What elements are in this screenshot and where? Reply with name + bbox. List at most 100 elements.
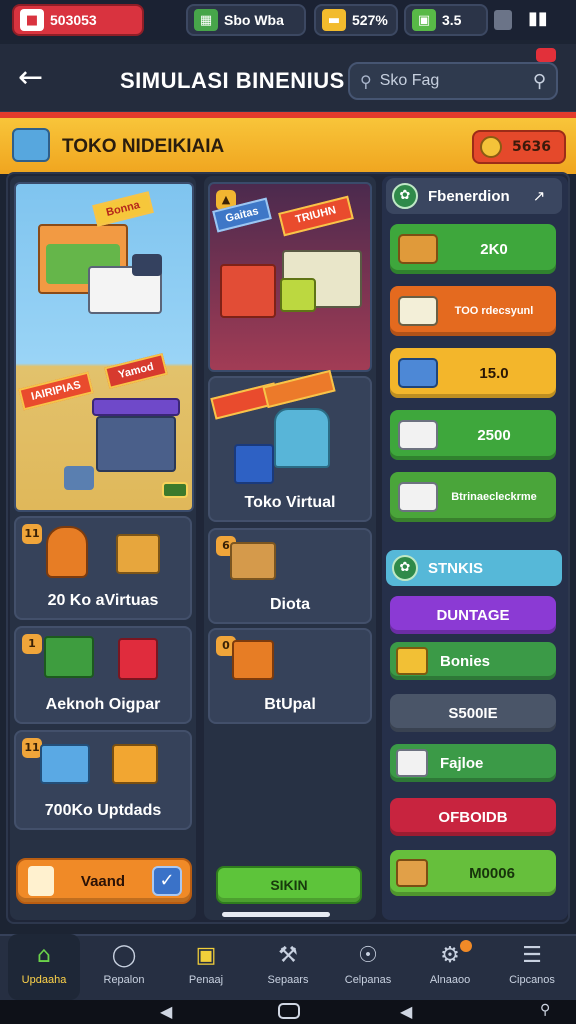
vaand-button[interactable]: Vaand ✓ [16, 858, 192, 904]
kiosk-dome [274, 408, 330, 468]
right-item-5[interactable]: Btrinaecleckrme [390, 472, 556, 522]
stat-m0006[interactable]: M0006 [390, 850, 556, 896]
stat-label: M0006 [469, 864, 515, 882]
nav-alnaaoo[interactable]: ⚙ Alnaaoo [414, 934, 486, 1000]
nav-repalon[interactable]: ◯ Repalon [88, 934, 160, 1000]
card-label: Toko Virtual [244, 494, 336, 511]
nav-label: Repalon [103, 974, 145, 986]
right-item-4[interactable]: 2500 [390, 410, 556, 460]
stat-fajloe[interactable]: Fajloe [390, 744, 556, 782]
resource-3[interactable]: ▣ 3.5 [404, 4, 488, 36]
truck-cab [132, 254, 162, 276]
coin-icon [480, 136, 502, 158]
search-input[interactable]: ⚲ Sko Fag ⚲ [348, 62, 558, 100]
nav-cipcanos[interactable]: ☰ Cipcanos [496, 934, 568, 1000]
nav-label: Alnaaoo [429, 974, 471, 986]
store-scene-image[interactable]: Bonna IAIRIPIAS Yamod [14, 182, 194, 512]
shop-truck-icon [12, 128, 50, 162]
resource-2[interactable]: ▬ 527% [314, 4, 398, 36]
stat-label: OFBOIDB [438, 808, 508, 826]
card-label: 700Ko Uptdads [44, 802, 162, 819]
stat-bonies[interactable]: Bonies [390, 642, 556, 680]
stat-label: Bonies [440, 652, 491, 670]
coin-value: 5636 [512, 139, 551, 155]
leaf-badge-icon: ✿ [392, 183, 418, 209]
van-icon [398, 234, 438, 264]
stats-header-label: STNKIS [428, 559, 484, 577]
store-sign: Bonna [92, 191, 154, 227]
home-pill-icon[interactable] [278, 1003, 300, 1019]
fence [64, 466, 94, 490]
recent-triangle-icon[interactable]: ◀ [400, 1002, 412, 1021]
gold-box-icon [396, 647, 428, 675]
level-tag: 1 [22, 634, 42, 654]
resource-1[interactable]: ▦ Sbo Wba [186, 4, 306, 36]
expand-arrow-icon[interactable]: ↗ [522, 182, 556, 210]
vaand-label: Vaand [80, 872, 126, 890]
accessibility-icon[interactable]: ⚲ [540, 1002, 550, 1018]
back-arrow-icon[interactable]: ← [18, 60, 58, 96]
right-item-1[interactable]: 2K0 [390, 224, 556, 274]
uptdads-card[interactable]: 11 700Ko Uptdads [14, 730, 192, 830]
btupal-card[interactable]: 0 BtUpal [208, 628, 372, 724]
cash-stack-icon: ▦ [194, 9, 218, 31]
diota-card[interactable]: 6 Diota [208, 528, 372, 624]
nav-updaaha[interactable]: ⌂ Updaaha [8, 934, 80, 1000]
kiosk-stall [96, 416, 176, 472]
truck-icon: ■ [20, 9, 44, 31]
barrel-icon [46, 526, 88, 578]
nav-celpanas[interactable]: ☉ Celpanas [332, 934, 404, 1000]
resource-3-label: 3.5 [442, 12, 462, 28]
right-item-2[interactable]: TOO rdecsyunl [390, 286, 556, 336]
green-truck-icon [44, 636, 94, 678]
nav-label: Sepaars [267, 974, 309, 986]
nav-penaaj[interactable]: ▣ Penaaj [170, 934, 242, 1000]
coin-counter[interactable]: 5636 [472, 130, 566, 164]
card-label: Diota [270, 596, 310, 613]
home-icon: ⌂ [37, 943, 51, 968]
cube-icon: ▣ [412, 9, 436, 31]
nav-sepaars[interactable]: ⚒ Sepaars [252, 934, 324, 1000]
level-tag: 11 [22, 524, 42, 544]
gauge-icon: ☉ [358, 943, 378, 968]
stat-label: Fajloe [440, 754, 484, 772]
stat-ofboidb[interactable]: OFBOIDB [390, 798, 556, 836]
resource-2-label: 527% [352, 12, 388, 28]
cart-icon: ▣ [195, 943, 217, 968]
boxes-icon [116, 534, 160, 574]
bus-icon [40, 744, 90, 784]
toko-virtual-card[interactable]: Toko Virtual [208, 369, 372, 522]
toko-sign-right [262, 369, 336, 409]
sikin-button[interactable]: SIKIN [216, 866, 362, 904]
van-icon [230, 542, 276, 580]
level-tag: 11 [22, 738, 42, 758]
oigpar-card[interactable]: 1 Aeknoh Oigpar [14, 626, 192, 724]
stat-duntage[interactable]: DUNTAGE [390, 596, 556, 634]
back-triangle-icon[interactable]: ◀ [160, 1002, 172, 1021]
right-item-3[interactable]: 15.0 [390, 348, 556, 398]
blue-crates [234, 444, 274, 484]
money-display[interactable]: ■ 503053 [12, 4, 144, 36]
gold-bar-icon: ▬ [322, 9, 346, 31]
right-item-label: 2K0 [480, 240, 508, 258]
search-placeholder: Sko Fag [379, 72, 440, 89]
stat-label: S500IE [448, 704, 498, 722]
magnifier-icon[interactable]: ⚲ [533, 71, 546, 92]
virtual-ko-card[interactable]: 11 20 Ko aVirtuas [14, 516, 192, 620]
kiosk-sign-right: Yamod [104, 353, 168, 389]
checkmark-icon[interactable]: ✓ [152, 866, 182, 896]
card-label: Aeknoh Oigpar [45, 696, 161, 713]
right-item-label: TOO rdecsyunl [454, 305, 534, 317]
system-nav-bar: ◀ ◀ ⚲ [0, 1000, 576, 1024]
money-value: 503053 [50, 12, 97, 28]
market-stall [220, 264, 276, 318]
stat-s500ie[interactable]: S500IE [390, 694, 556, 732]
market-scene-image[interactable]: ▲ Gaitas TRIUHN [208, 182, 372, 372]
scrollbar[interactable] [222, 912, 330, 917]
search-icon: ⚲ [360, 71, 372, 91]
blue-van-icon [398, 358, 438, 388]
stat-label: DUNTAGE [436, 606, 510, 624]
ambulance-icon [396, 749, 428, 777]
card-label: BtUpal [264, 696, 316, 713]
right-item-label: 15.0 [479, 364, 509, 382]
